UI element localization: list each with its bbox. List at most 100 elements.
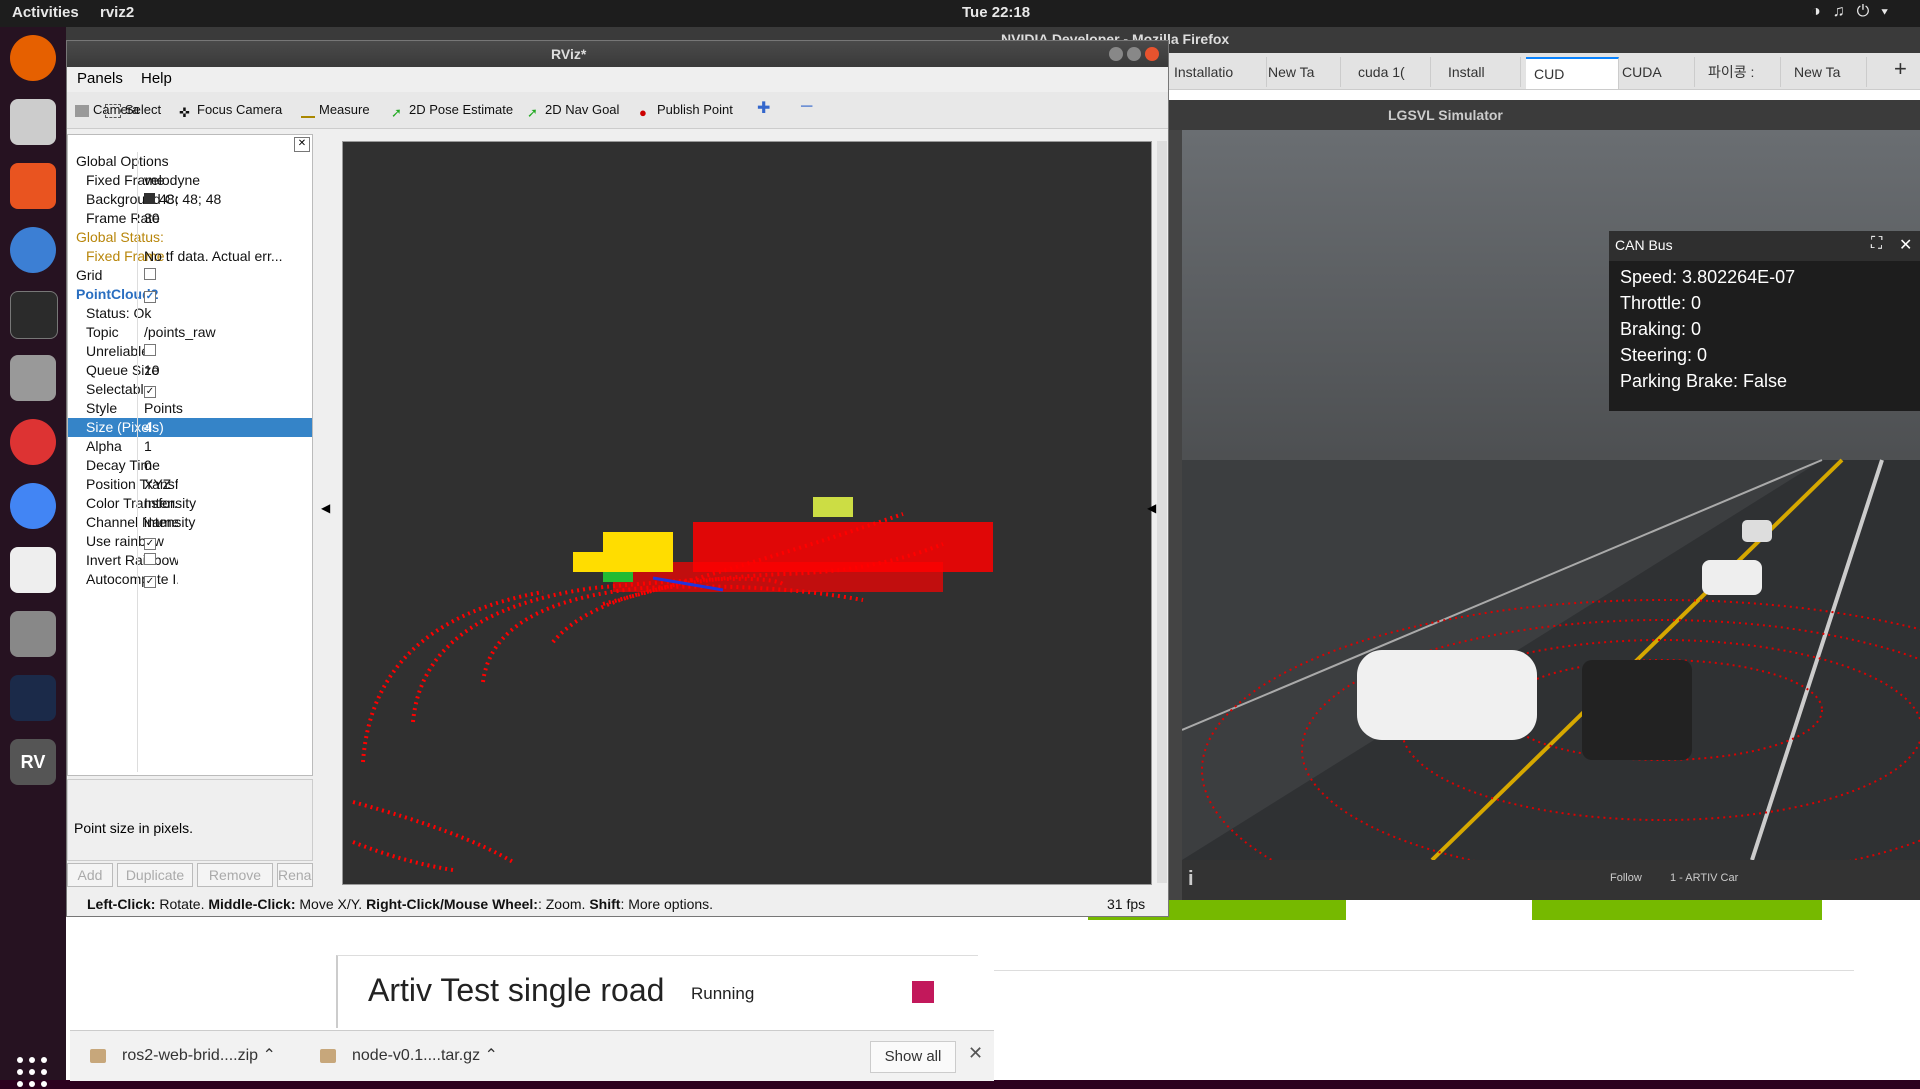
collapse-left-icon[interactable]: ◀ [321,501,330,515]
grid-checkbox[interactable] [144,267,156,283]
tool-focus-camera[interactable]: ✜ Focus Camera [179,102,282,120]
checkbox[interactable]: ✓ [144,386,156,398]
property-row[interactable]: Fixed Frame No tf data. Actual err... [68,247,312,266]
settings-icon[interactable] [10,355,56,401]
property-row[interactable]: Background Color48; 48; 48 [68,190,312,209]
terminal-icon[interactable] [10,291,58,339]
property-row[interactable]: Channel Name intensity [68,513,312,532]
download-item-2[interactable]: node-v0.1....tar.gz ⌃ [320,1045,498,1065]
tab-new-tab[interactable]: New Ta [1260,57,1341,87]
checkbox[interactable]: ✓ [144,576,156,588]
rviz-icon[interactable]: RV [10,739,56,785]
help-icon[interactable] [10,227,56,273]
show-all-downloads-button[interactable]: Show all [870,1041,956,1073]
tool-measure[interactable]: Measure [301,102,370,118]
hint-middle-click: Middle-Click: [208,896,296,912]
close-button[interactable] [1145,47,1159,61]
property-row[interactable]: Color Transfor... Intensity [68,494,312,513]
maximize-button[interactable] [1127,47,1141,61]
tab-install[interactable]: Install [1440,57,1521,87]
lgsvl-title: LGSVL Simulator [1388,107,1503,123]
tool-2d-pose-estimate[interactable]: ➚ 2D Pose Estimate [391,102,514,120]
apps-grid-icon[interactable] [10,675,56,721]
close-panel-icon[interactable]: ✕ [294,137,310,152]
add-tool-icon[interactable]: ✚ [757,98,770,118]
menu-help[interactable]: Help [141,70,172,87]
stop-simulation-button[interactable] [912,981,934,1003]
checkbox[interactable] [144,344,156,356]
invert-rainbow-checkbox[interactable] [144,552,156,568]
property-row[interactable]: Alpha 1 [68,437,312,456]
firefox-icon[interactable] [10,35,56,81]
property-row[interactable]: Status: Ok [68,304,312,323]
property-row[interactable]: Use rainbow ✓ [68,532,312,551]
remove-button[interactable]: Remove [197,863,273,887]
info-icon[interactable]: i [1188,868,1194,891]
property-row[interactable]: Global Status: ... [68,228,312,247]
property-row[interactable]: Autocompute I... ✓ [68,570,312,589]
tab-cuda[interactable]: CUDA [1614,57,1695,87]
property-row[interactable]: Style Points [68,399,312,418]
property-row[interactable]: PointCloud2 ✓ [68,285,312,304]
remove-tool-icon[interactable]: ─ [801,98,812,116]
checkbox[interactable]: ✓ [144,291,156,303]
tool-pose-label: 2D Pose Estimate [409,102,514,117]
text-editor-icon[interactable] [10,547,56,593]
property-row[interactable]: Global Options [68,152,312,171]
property-row[interactable]: Queue Size 10 [68,361,312,380]
record-icon[interactable] [10,419,56,465]
3d-render-view[interactable] [342,141,1152,885]
new-tab-icon[interactable]: + [1894,56,1907,82]
tab-new-tab-2[interactable]: New Ta [1786,57,1867,87]
pointcloud-checkbox[interactable]: ✓ [144,286,156,303]
autocompute-checkbox[interactable]: ✓ [144,571,156,588]
checkbox[interactable] [144,553,156,565]
selectable-checkbox[interactable]: ✓ [144,381,156,398]
activities-button[interactable]: Activities [12,4,79,21]
property-row[interactable]: Selectable ✓ [68,380,312,399]
property-row[interactable]: Grid [68,266,312,285]
tab-cuda-search[interactable]: cuda 1( [1350,57,1431,87]
download-item-1[interactable]: ros2-web-brid....zip ⌃ [90,1045,276,1065]
property-row[interactable]: Decay Time 0 [68,456,312,475]
close-icon[interactable]: ✕ [1899,235,1912,255]
rename-button[interactable]: Rename [277,863,313,887]
show-applications-icon[interactable] [17,1057,49,1089]
property-key: Status: Ok [86,305,152,321]
software-center-icon[interactable] [10,163,56,209]
property-key: Use rainbow [86,533,164,549]
property-row[interactable]: Unreliable [68,342,312,361]
unreliable-checkbox[interactable] [144,343,156,359]
tool-select[interactable]: Select [105,102,161,118]
chrome-icon[interactable] [10,483,56,529]
printer-icon[interactable] [10,611,56,657]
vehicle-selector[interactable]: 1 - ARTIV Car [1670,872,1738,884]
minimize-button[interactable] [1109,47,1123,61]
property-row[interactable]: Fixed Frame velodyne [68,171,312,190]
close-downloads-icon[interactable]: ✕ [968,1043,983,1064]
property-row-selected[interactable]: Size (Pixels) 4 [68,418,312,437]
collapse-right-icon[interactable]: ◀ [1147,501,1156,515]
follow-button[interactable]: Follow [1610,872,1642,884]
menu-panels[interactable]: Panels [77,70,123,87]
add-button[interactable]: Add [67,863,113,887]
tab-installation[interactable]: Installatio [1166,57,1267,87]
property-row[interactable]: Invert Rainbow [68,551,312,570]
checkbox[interactable] [144,268,156,280]
tab-korean[interactable]: 파이콩 : [1700,57,1781,87]
property-row[interactable]: Topic/points_raw [68,323,312,342]
tool-publish-point[interactable]: ● Publish Point [639,102,733,120]
scrollbar[interactable] [1157,141,1167,883]
use-rainbow-checkbox[interactable]: ✓ [144,533,156,550]
clock[interactable]: Tue 22:18 [962,4,1030,21]
app-menu[interactable]: rviz2 [100,4,134,21]
tool-2d-nav-goal[interactable]: ➚ 2D Nav Goal [527,102,619,120]
fullscreen-icon[interactable]: ⛶ [1871,235,1882,253]
system-tray[interactable]: ◑♫⏻▾ [1811,3,1900,21]
property-row[interactable]: Frame Rate 30 [68,209,312,228]
duplicate-button[interactable]: Duplicate [117,863,193,887]
files-icon[interactable] [10,99,56,145]
tab-cuda-active[interactable]: CUD [1526,57,1619,89]
property-row[interactable]: Position Transf...XYZ [68,475,312,494]
checkbox[interactable]: ✓ [144,538,156,550]
